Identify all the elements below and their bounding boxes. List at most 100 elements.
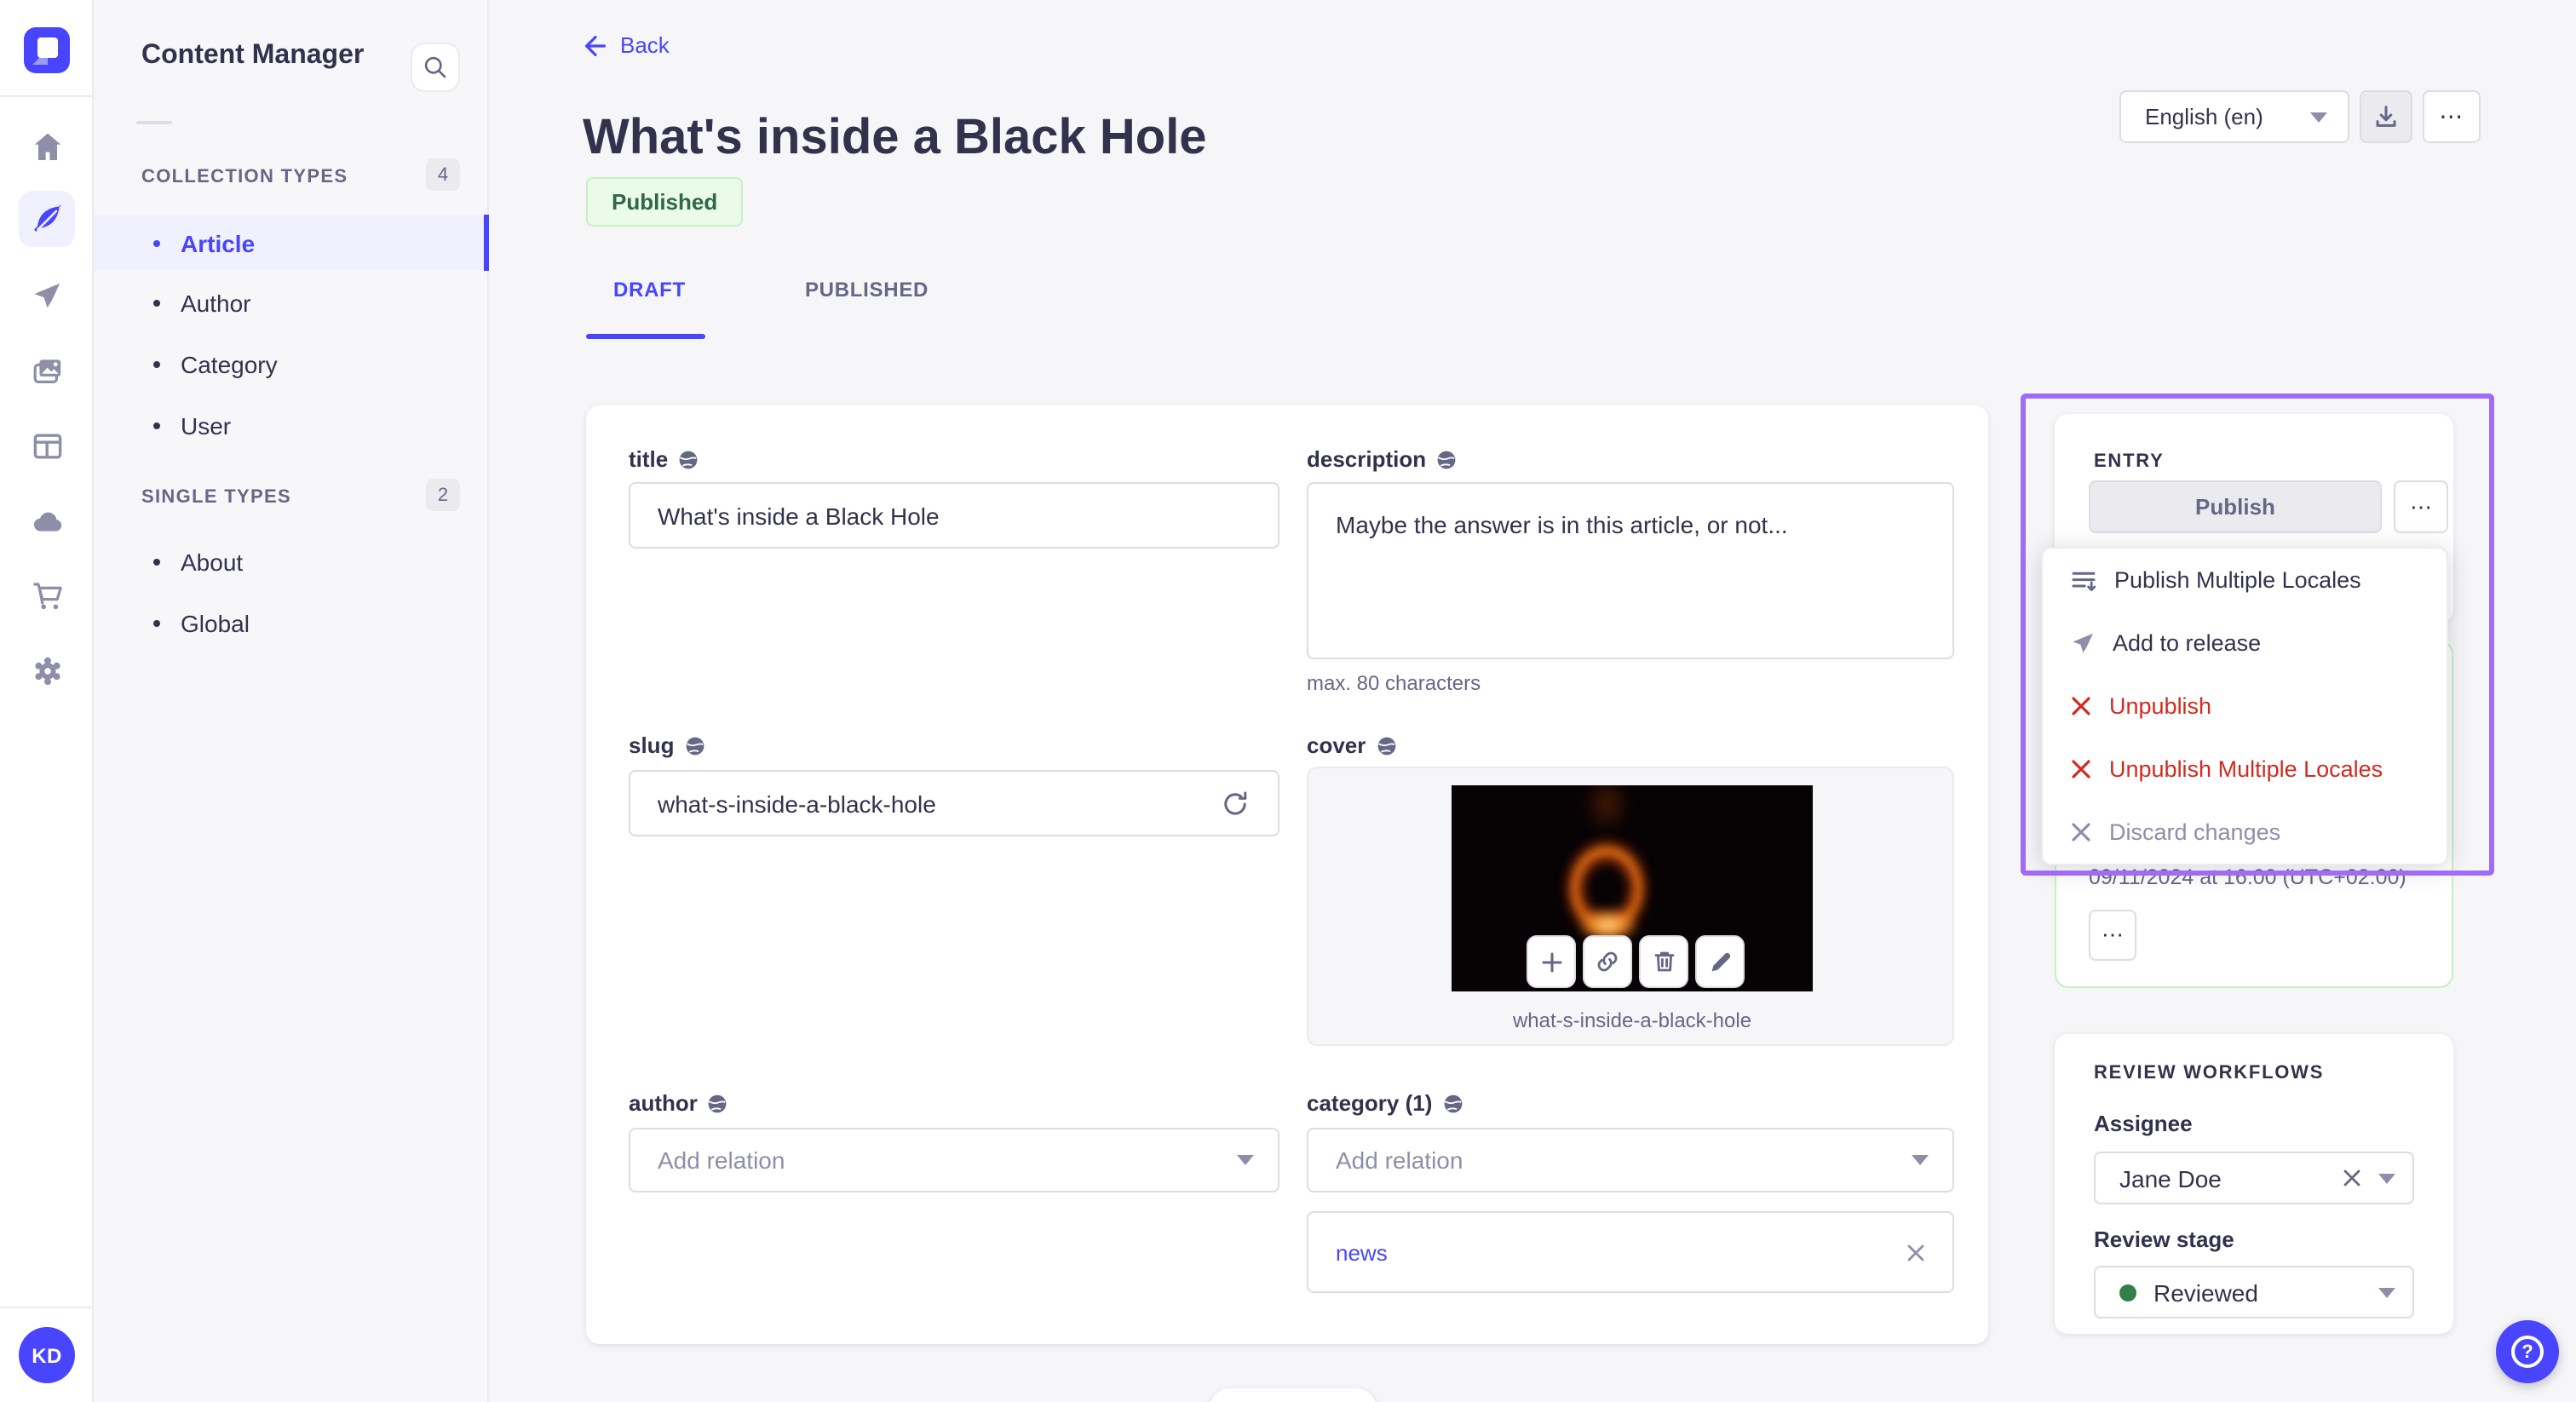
page-title: What's inside a Black Hole bbox=[583, 111, 1207, 166]
bullet-icon bbox=[153, 360, 160, 367]
globe-icon bbox=[1376, 735, 1396, 756]
sidebar-item-label: User bbox=[181, 411, 232, 439]
chevron-down-icon bbox=[1237, 1155, 1254, 1165]
language-select[interactable]: English (en) bbox=[2119, 90, 2349, 143]
tab-draft[interactable]: DRAFT bbox=[586, 278, 713, 302]
draft-published-tabs: DRAFT PUBLISHED bbox=[586, 278, 956, 302]
header-more-button[interactable]: ⋯ bbox=[2423, 90, 2481, 143]
author-field-label: author bbox=[629, 1090, 728, 1116]
content-manager-sidebar: Content Manager COLLECTION TYPES 4 Artic… bbox=[94, 0, 489, 1402]
assignee-select[interactable]: Jane Doe bbox=[2094, 1152, 2414, 1204]
home-icon[interactable] bbox=[19, 118, 75, 174]
description-field-label: description bbox=[1307, 446, 1457, 472]
edit-media-button[interactable] bbox=[1695, 935, 1745, 988]
back-link[interactable]: Back bbox=[583, 32, 670, 58]
sidebar-item-label: Global bbox=[181, 609, 250, 636]
tab-published[interactable]: PUBLISHED bbox=[778, 278, 956, 302]
single-types-count-badge: 2 bbox=[426, 479, 460, 511]
search-button[interactable] bbox=[411, 43, 460, 92]
clear-assignee-icon[interactable] bbox=[2343, 1169, 2361, 1187]
remove-relation-icon[interactable] bbox=[1906, 1243, 1925, 1261]
add-media-button[interactable] bbox=[1527, 935, 1576, 988]
rail-divider bbox=[0, 1307, 94, 1308]
content-manager-icon[interactable] bbox=[19, 191, 75, 247]
media-library-icon[interactable] bbox=[19, 342, 75, 399]
chevron-down-icon bbox=[2378, 1173, 2395, 1183]
slug-input[interactable] bbox=[629, 770, 1279, 836]
sidebar-item-label: Author bbox=[181, 289, 251, 316]
title-input[interactable] bbox=[629, 482, 1279, 549]
review-stage-select[interactable]: Reviewed bbox=[2094, 1266, 2414, 1319]
slug-field-label: slug bbox=[629, 733, 704, 758]
globe-icon bbox=[1436, 449, 1457, 469]
review-stage-label: Review stage bbox=[2094, 1227, 2234, 1252]
content-type-builder-icon[interactable] bbox=[19, 417, 75, 474]
description-helper-text: max. 80 characters bbox=[1307, 671, 1481, 695]
app-window: KD Content Manager COLLECTION TYPES 4 Ar… bbox=[0, 0, 2576, 1402]
menu-item-unpublish-multiple-locales[interactable]: Unpublish Multiple Locales bbox=[2043, 738, 2447, 801]
globe-icon bbox=[678, 449, 699, 469]
active-tab-indicator bbox=[586, 334, 705, 339]
sidebar-item-about[interactable]: About bbox=[94, 533, 487, 589]
bullet-icon bbox=[153, 558, 160, 565]
bullet-icon bbox=[153, 422, 160, 428]
delete-media-button[interactable] bbox=[1639, 935, 1688, 988]
chevron-down-icon bbox=[1912, 1155, 1929, 1165]
download-icon bbox=[2373, 104, 2399, 129]
menu-item-add-to-release[interactable]: Add to release bbox=[2043, 612, 2447, 675]
cross-icon bbox=[2070, 821, 2092, 843]
category-relation-item: news bbox=[1307, 1211, 1954, 1293]
list-plus-icon bbox=[2070, 566, 2097, 594]
collection-types-count-badge: 4 bbox=[426, 158, 460, 191]
sidebar-item-author[interactable]: Author bbox=[94, 274, 487, 330]
sidebar-item-article[interactable]: Article bbox=[94, 215, 489, 271]
collection-types-heading: COLLECTION TYPES bbox=[141, 167, 348, 187]
question-mark-icon: ? bbox=[2511, 1336, 2544, 1368]
user-avatar[interactable]: KD bbox=[19, 1327, 75, 1383]
settings-gear-icon[interactable] bbox=[19, 642, 75, 698]
help-button[interactable]: ? bbox=[2496, 1320, 2559, 1383]
entry-form-card: title description Maybe the answer is in… bbox=[586, 405, 1988, 1344]
sidebar-item-label: Category bbox=[181, 350, 278, 377]
deploy-cloud-icon[interactable] bbox=[19, 492, 75, 549]
publish-actions-menu: Publish Multiple Locales Add to release … bbox=[2041, 547, 2448, 865]
releases-icon[interactable] bbox=[19, 267, 75, 324]
single-types-heading: SINGLE TYPES bbox=[141, 487, 291, 508]
chevron-down-icon bbox=[2378, 1287, 2395, 1297]
menu-item-publish-multiple-locales[interactable]: Publish Multiple Locales bbox=[2043, 549, 2447, 612]
schedule-date-text: 09/11/2024 at 16:00 (UTC+02:00) bbox=[2089, 865, 2406, 889]
copy-link-button[interactable] bbox=[1583, 935, 1632, 988]
cover-field-label: cover bbox=[1307, 733, 1396, 758]
cover-media-card: what-s-inside-a-black-hole bbox=[1307, 767, 1954, 1046]
back-arrow-icon bbox=[583, 33, 607, 57]
globe-icon bbox=[1442, 1093, 1463, 1113]
globe-icon bbox=[684, 735, 704, 756]
regenerate-slug-icon[interactable] bbox=[1222, 790, 1249, 818]
marketplace-cart-icon[interactable] bbox=[19, 567, 75, 623]
menu-item-discard-changes[interactable]: Discard changes bbox=[2043, 801, 2447, 864]
bullet-icon bbox=[153, 619, 160, 626]
sidebar-item-user[interactable]: User bbox=[94, 397, 487, 453]
main-content: Back What's inside a Black Hole Publishe… bbox=[489, 0, 2576, 1402]
strapi-logo-icon[interactable] bbox=[24, 27, 70, 73]
entry-more-button[interactable]: ⋯ bbox=[2394, 480, 2448, 533]
menu-item-unpublish[interactable]: Unpublish bbox=[2043, 675, 2447, 738]
schedule-more-button[interactable]: ⋯ bbox=[2089, 910, 2136, 961]
review-workflows-heading: REVIEW WORKFLOWS bbox=[2094, 1063, 2325, 1083]
download-button[interactable] bbox=[2360, 90, 2412, 143]
globe-icon bbox=[708, 1093, 728, 1113]
cross-icon bbox=[2070, 695, 2092, 717]
cross-icon bbox=[2070, 758, 2092, 780]
sidebar-item-label: Article bbox=[181, 229, 256, 256]
sidebar-item-label: About bbox=[181, 548, 244, 575]
cover-actions bbox=[1527, 935, 1745, 988]
sidebar-item-category[interactable]: Category bbox=[94, 336, 487, 392]
author-relation-select[interactable]: Add relation bbox=[629, 1128, 1279, 1192]
sidebar-item-global[interactable]: Global bbox=[94, 595, 487, 651]
relation-link[interactable]: news bbox=[1336, 1239, 1388, 1265]
description-textarea[interactable]: Maybe the answer is in this article, or … bbox=[1307, 482, 1954, 659]
bullet-icon bbox=[153, 239, 160, 246]
bullet-icon bbox=[153, 299, 160, 306]
category-relation-select[interactable]: Add relation bbox=[1307, 1128, 1954, 1192]
publish-button[interactable]: Publish bbox=[2089, 480, 2382, 533]
